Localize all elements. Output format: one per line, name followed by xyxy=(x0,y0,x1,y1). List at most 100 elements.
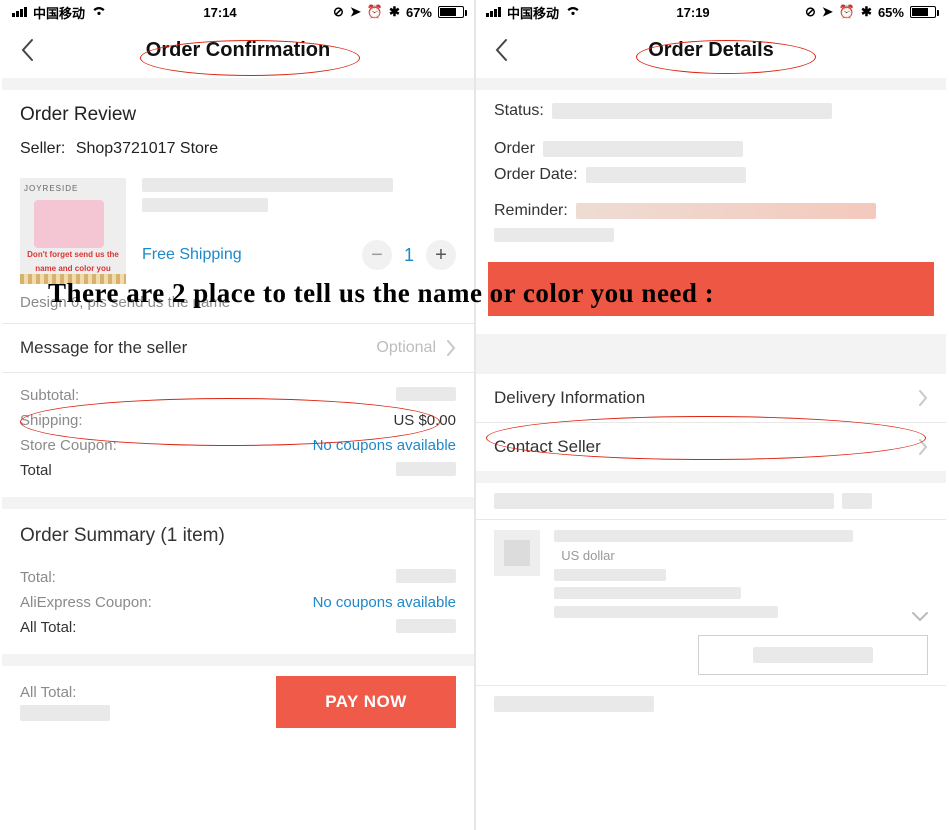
location-icon: ➤ xyxy=(822,4,833,20)
divider xyxy=(2,654,474,666)
redacted-text xyxy=(396,619,456,633)
section-title: Order Review xyxy=(20,104,456,126)
store-coupon-link[interactable]: No coupons available xyxy=(313,437,456,454)
chevron-right-icon xyxy=(918,439,928,455)
order-fields: Status: Order Order Date: Reminder: xyxy=(476,90,946,250)
order-product-row[interactable]: US dollar xyxy=(476,520,946,629)
price-breakdown: Subtotal: Shipping: US $0.00 Store Coupon… xyxy=(2,373,474,497)
redacted-text xyxy=(20,705,110,721)
nav-header: Order Confirmation xyxy=(2,22,474,78)
battery-pct: 67% xyxy=(406,5,432,20)
redacted-text xyxy=(554,606,778,618)
redacted-text xyxy=(396,387,456,401)
order-summary-title: Order Summary (1 item) xyxy=(2,509,474,555)
redacted-text xyxy=(142,198,268,212)
reminder-label: Reminder: xyxy=(494,202,568,220)
order-date-label: Order Date: xyxy=(494,166,578,184)
battery-icon xyxy=(910,6,936,18)
qty-value: 1 xyxy=(404,245,414,266)
row-label: Delivery Information xyxy=(494,388,645,408)
page-title: Order Confirmation xyxy=(146,39,330,62)
redacted-text xyxy=(396,569,456,583)
carrier-label: 中国移动 xyxy=(507,3,559,22)
product-thumb[interactable] xyxy=(494,530,540,576)
redacted-text xyxy=(842,493,872,509)
status-bar: 中国移动 17:14 ⊘ ➤ ⏰ ✱ 67% xyxy=(2,0,474,22)
seller-label: Seller: xyxy=(20,140,65,157)
pay-now-button[interactable]: PAY NOW xyxy=(276,676,456,728)
wifi-icon xyxy=(565,5,581,20)
redacted-text xyxy=(554,569,666,581)
back-button[interactable] xyxy=(20,38,34,62)
subtotal-label: Subtotal: xyxy=(20,387,79,404)
chevron-down-icon[interactable] xyxy=(912,609,928,619)
thumb-note-1: Don't forget send us the xyxy=(24,250,122,259)
redacted-text xyxy=(494,696,654,712)
nav-header: Order Details xyxy=(476,22,946,78)
store-coupon-label: Store Coupon: xyxy=(20,437,117,454)
tracking-button[interactable] xyxy=(698,635,928,675)
status-time: 17:14 xyxy=(203,5,236,20)
seller-row: Seller: Shop3721017 Store xyxy=(2,140,474,172)
variant-note: Design 6, pls send us the name xyxy=(2,288,474,323)
status-label: Status: xyxy=(494,102,544,120)
ali-coupon-link[interactable]: No coupons available xyxy=(313,594,456,611)
message-seller-row[interactable]: Message for the seller Optional xyxy=(2,324,474,372)
delivery-info-row[interactable]: Delivery Information xyxy=(476,374,946,422)
shipping-value: US $0.00 xyxy=(393,412,456,429)
status-bar: 中国移动 17:19 ⊘ ➤ ⏰ ✱ 65% xyxy=(476,0,946,22)
carrier-label: 中国移动 xyxy=(33,3,85,22)
redacted-text xyxy=(753,647,873,663)
row-label: Message for the seller xyxy=(20,338,187,358)
currency-label: US dollar xyxy=(561,548,614,563)
redacted-text xyxy=(554,530,853,542)
bluetooth-icon: ✱ xyxy=(861,4,872,20)
product-body: Free Shipping − 1 + xyxy=(142,178,456,270)
rotation-lock-icon: ⊘ xyxy=(333,4,344,20)
redacted-text xyxy=(552,103,832,119)
battery-pct: 65% xyxy=(878,5,904,20)
redacted-text xyxy=(396,462,456,476)
alarm-icon: ⏰ xyxy=(367,4,383,20)
redacted-text xyxy=(554,587,741,599)
total-label: Total xyxy=(20,462,52,479)
wifi-icon xyxy=(91,5,107,20)
row-label: Contact Seller xyxy=(494,437,601,457)
checkout-footer: All Total: PAY NOW xyxy=(2,666,474,734)
screen-order-details: 中国移动 17:19 ⊘ ➤ ⏰ ✱ 65% Order Details Sta… xyxy=(476,0,946,830)
qty-minus-button[interactable]: − xyxy=(362,240,392,270)
qty-plus-button[interactable]: + xyxy=(426,240,456,270)
chevron-right-icon xyxy=(918,390,928,406)
divider xyxy=(476,334,946,374)
shipping-label: Shipping: xyxy=(20,412,83,429)
back-button[interactable] xyxy=(494,38,508,62)
location-icon: ➤ xyxy=(350,4,361,20)
redacted-text xyxy=(494,493,834,509)
divider xyxy=(476,471,946,483)
divider xyxy=(2,497,474,509)
status-time: 17:19 xyxy=(676,5,709,20)
order-summary-list: Total: AliExpress Coupon:No coupons avai… xyxy=(2,555,474,654)
redacted-text xyxy=(576,203,876,219)
row-hint: Optional xyxy=(376,339,436,357)
ali-coupon-label: AliExpress Coupon: xyxy=(20,594,152,611)
seller-name[interactable]: Shop3721017 Store xyxy=(76,140,218,157)
contact-seller-row[interactable]: Contact Seller xyxy=(476,423,946,471)
battery-icon xyxy=(438,6,464,18)
thumb-brand: JOYRESIDE xyxy=(24,184,78,193)
rotation-lock-icon: ⊘ xyxy=(805,4,816,20)
bluetooth-icon: ✱ xyxy=(389,4,400,20)
redacted-text xyxy=(586,167,746,183)
redacted-text xyxy=(543,141,743,157)
free-shipping-link[interactable]: Free Shipping xyxy=(142,246,242,264)
redacted-text xyxy=(142,178,393,192)
divider xyxy=(2,78,474,90)
signal-icon xyxy=(12,7,27,17)
footer-all-total-label: All Total: xyxy=(20,684,266,701)
product-thumb[interactable]: JOYRESIDE Don't forget send us the name … xyxy=(20,178,126,284)
alarm-icon: ⏰ xyxy=(839,4,855,20)
product-row[interactable]: JOYRESIDE Don't forget send us the name … xyxy=(2,172,474,288)
signal-icon xyxy=(486,7,501,17)
page-title: Order Details xyxy=(648,39,774,62)
redacted-text xyxy=(494,228,614,242)
